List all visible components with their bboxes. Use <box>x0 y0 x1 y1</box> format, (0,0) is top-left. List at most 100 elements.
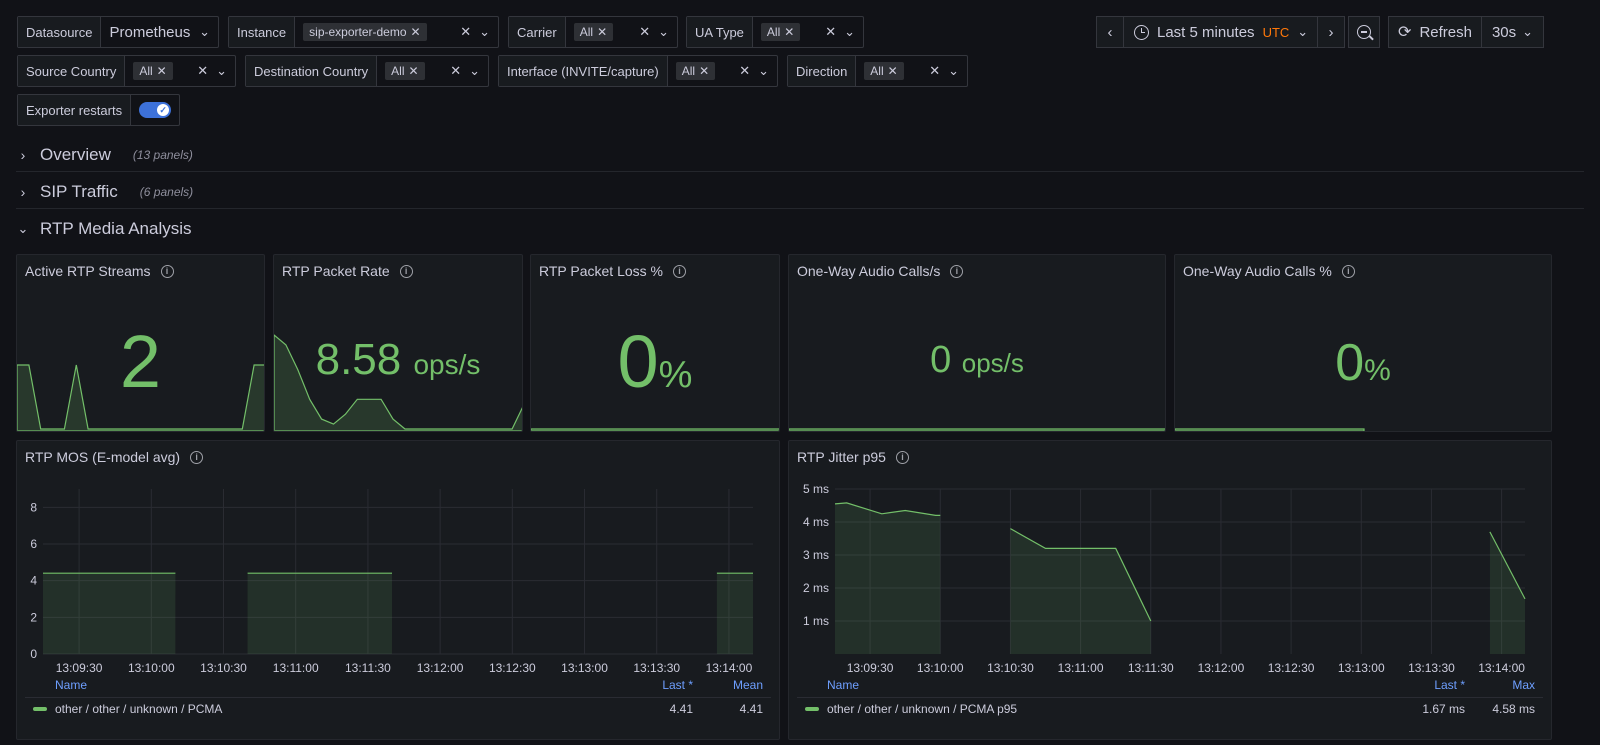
timeseries-panel-rtp-mos[interactable]: RTP MOS (E-model avg) i 0 2 4 6 8 13:09:30 13:1… <box>16 440 780 740</box>
carrier-variable[interactable]: Carrier All ✕ ✕ ⌄ <box>508 16 678 48</box>
datasource-value: Prometheus <box>109 23 191 41</box>
remove-chip-icon[interactable]: ✕ <box>888 64 898 78</box>
clock-icon <box>1134 24 1149 40</box>
stat-unit: % <box>1364 354 1391 387</box>
info-icon[interactable]: i <box>672 264 686 278</box>
row-overview[interactable]: › Overview (13 panels) <box>16 145 193 165</box>
refresh-interval-picker[interactable]: 30s ⌄ <box>1481 16 1544 48</box>
x-tick-label: 13:10:30 <box>200 661 247 675</box>
instance-variable[interactable]: Instance sip-exporter-demo ✕ ✕ ⌄ <box>228 16 499 48</box>
destination-country-variable[interactable]: Destination Country All ✕ ✕ ⌄ <box>245 55 489 87</box>
source-country-select[interactable]: All ✕ ✕ ⌄ <box>125 56 235 86</box>
interface-select[interactable]: All ✕ ✕ ⌄ <box>668 56 777 86</box>
interface-chip[interactable]: All ✕ <box>675 62 716 80</box>
source-country-label: Source Country <box>18 56 126 86</box>
stat-unit: ops/s <box>413 349 481 380</box>
clear-icon[interactable]: ✕ <box>639 24 650 40</box>
chevron-down-icon[interactable]: ⌄ <box>758 63 769 79</box>
info-icon[interactable]: i <box>950 264 964 278</box>
chevron-down-icon[interactable]: ⌄ <box>479 24 490 40</box>
stat-panel-rtp-packet-loss[interactable]: RTP Packet Loss % i 0% <box>530 254 780 432</box>
ua-type-select[interactable]: All ✕ ✕ ⌄ <box>753 17 863 47</box>
x-tick-label: 13:09:30 <box>56 661 103 675</box>
exporter-restarts-variable[interactable]: Exporter restarts ✓ <box>17 94 180 126</box>
legend-name-header[interactable]: Name <box>827 678 859 692</box>
legend-series-row[interactable]: other / other / unknown / PCMA <box>33 702 222 716</box>
destination-country-chip[interactable]: All ✕ <box>385 62 425 80</box>
instance-chip[interactable]: sip-exporter-demo ✕ <box>303 23 427 41</box>
carrier-chip[interactable]: All ✕ <box>573 23 614 41</box>
stat-panel-active-rtp-streams[interactable]: Active RTP Streams i 2 <box>16 254 265 432</box>
info-icon[interactable]: i <box>1341 264 1355 278</box>
clear-icon[interactable]: ✕ <box>739 63 750 79</box>
legend-last-header[interactable]: Last * <box>662 678 693 692</box>
series-name: other / other / unknown / PCMA <box>55 702 223 716</box>
panel-title: RTP Packet Loss % <box>539 263 663 279</box>
time-back-button[interactable]: ‹ <box>1096 16 1124 48</box>
chevron-right-icon: › <box>20 184 26 200</box>
source-country-chip[interactable]: All ✕ <box>133 62 173 80</box>
instance-select[interactable]: sip-exporter-demo ✕ ✕ ⌄ <box>295 17 498 47</box>
remove-chip-icon[interactable]: ✕ <box>597 25 607 39</box>
carrier-select[interactable]: All ✕ ✕ ⌄ <box>566 17 677 47</box>
interface-variable[interactable]: Interface (INVITE/capture) All ✕ ✕ ⌄ <box>498 55 778 87</box>
x-tick-label: 13:12:30 <box>489 661 536 675</box>
stat-panel-rtp-packet-rate[interactable]: RTP Packet Rate i 8.58 ops/s <box>273 254 523 432</box>
row-sip-traffic[interactable]: › SIP Traffic (6 panels) <box>16 182 194 202</box>
zoom-out-button[interactable] <box>1348 16 1380 48</box>
stat-panel-one-way-audio-calls-per-sec[interactable]: One-Way Audio Calls/s i 0 ops/s <box>788 254 1166 432</box>
chart-mos[interactable]: 0 2 4 6 8 13:09:30 13:10:00 13:10:30 13:11:00 13:… <box>17 441 780 686</box>
chevron-down-icon[interactable]: ⌄ <box>199 24 210 40</box>
x-tick-label: 13:11:30 <box>345 661 391 675</box>
legend-max-header[interactable]: Max <box>1512 678 1535 692</box>
destination-country-select[interactable]: All ✕ ✕ ⌄ <box>377 56 488 86</box>
datasource-variable[interactable]: Datasource Prometheus ⌄ <box>17 16 219 48</box>
x-tick-label: 13:11:00 <box>273 661 319 675</box>
legend-name-header[interactable]: Name <box>55 678 87 692</box>
clear-icon[interactable]: ✕ <box>825 24 836 40</box>
remove-chip-icon[interactable]: ✕ <box>699 64 709 78</box>
x-tick-label: 13:14:00 <box>1478 661 1525 675</box>
direction-select[interactable]: All ✕ ✕ ⌄ <box>856 56 967 86</box>
direction-variable[interactable]: Direction All ✕ ✕ ⌄ <box>787 55 968 87</box>
chevron-down-icon[interactable]: ⌄ <box>216 63 227 79</box>
ua-type-label: UA Type <box>687 17 753 47</box>
legend-mean-header[interactable]: Mean <box>733 678 763 692</box>
stat-value: 8.58 <box>315 335 402 384</box>
remove-chip-icon[interactable]: ✕ <box>411 25 421 39</box>
x-tick-label: 13:10:30 <box>987 661 1034 675</box>
timezone-label: UTC <box>1262 24 1290 40</box>
info-icon[interactable]: i <box>160 264 174 278</box>
clear-icon[interactable]: ✕ <box>197 63 208 79</box>
remove-chip-icon[interactable]: ✕ <box>409 64 419 78</box>
time-range-picker[interactable]: Last 5 minutes UTC ⌄ <box>1123 16 1318 48</box>
datasource-select[interactable]: Prometheus ⌄ <box>101 17 218 47</box>
ua-type-variable[interactable]: UA Type All ✕ ✕ ⌄ <box>686 16 864 48</box>
clear-icon[interactable]: ✕ <box>450 63 461 79</box>
exporter-restarts-toggle[interactable]: ✓ <box>139 102 172 118</box>
timeseries-panel-rtp-jitter[interactable]: RTP Jitter p95 i 1 ms 2 ms 3 ms 4 ms 5 ms 13:0… <box>788 440 1552 740</box>
row-rtp-media-analysis[interactable]: ⌄ RTP Media Analysis <box>16 219 192 239</box>
ua-type-chip[interactable]: All ✕ <box>760 23 801 41</box>
remove-chip-icon[interactable]: ✕ <box>157 64 167 78</box>
info-icon[interactable]: i <box>399 264 413 278</box>
chart-jitter[interactable]: 1 ms 2 ms 3 ms 4 ms 5 ms 13:09:30 13:10:00 13:1… <box>789 441 1552 686</box>
chevron-down-icon[interactable]: ⌄ <box>948 63 959 79</box>
chevron-down-icon[interactable]: ⌄ <box>469 63 480 79</box>
remove-chip-icon[interactable]: ✕ <box>784 25 794 39</box>
chip-label: All <box>870 64 884 78</box>
chevron-down-icon[interactable]: ⌄ <box>658 24 669 40</box>
legend-series-row[interactable]: other / other / unknown / PCMA p95 <box>805 702 1017 716</box>
y-tick-label: 4 <box>30 574 37 588</box>
time-forward-button[interactable]: › <box>1317 16 1345 48</box>
direction-chip[interactable]: All ✕ <box>864 62 904 80</box>
refresh-button[interactable]: ⟳ Refresh <box>1388 16 1482 48</box>
stat-panel-one-way-audio-calls-percent[interactable]: One-Way Audio Calls % i 0% <box>1174 254 1552 432</box>
x-tick-label: 13:11:00 <box>1058 661 1104 675</box>
clear-icon[interactable]: ✕ <box>460 24 471 40</box>
exporter-restarts-toggle-wrap[interactable]: ✓ <box>131 95 179 125</box>
chevron-down-icon[interactable]: ⌄ <box>844 24 855 40</box>
source-country-variable[interactable]: Source Country All ✕ ✕ ⌄ <box>17 55 236 87</box>
legend-last-header[interactable]: Last * <box>1434 678 1465 692</box>
clear-icon[interactable]: ✕ <box>929 63 940 79</box>
